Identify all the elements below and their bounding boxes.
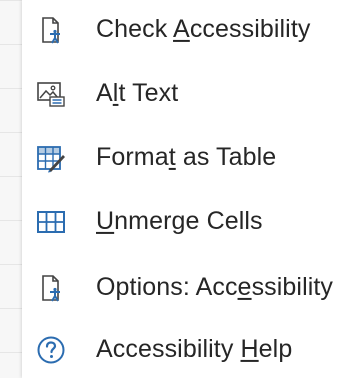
menu-item-accessibility-help[interactable]: Accessibility Help	[22, 322, 359, 378]
menu-item-format-as-table[interactable]: Format as Table	[22, 130, 359, 186]
menu-item-label: Alt Text	[96, 78, 179, 107]
help-icon	[37, 336, 65, 364]
menu-item-options-accessibility[interactable]: Options: Accessibility	[22, 260, 359, 316]
menu-item-label: Unmerge Cells	[96, 206, 263, 235]
menu-item-label: Accessibility Help	[96, 334, 293, 363]
alt-text-icon	[37, 82, 65, 107]
accessibility-options-icon	[42, 275, 60, 302]
context-menu: Check Accessibility Alt Text Format as T…	[22, 0, 359, 378]
menu-item-alt-text[interactable]: Alt Text	[22, 66, 359, 122]
menu-item-label: Options: Accessibility	[96, 272, 334, 301]
unmerge-cells-icon	[37, 211, 65, 233]
format-table-icon	[37, 146, 65, 173]
menu-item-label: Check Accessibility	[96, 14, 311, 43]
menu-item-check-accessibility[interactable]: Check Accessibility	[22, 2, 359, 58]
spreadsheet-backdrop	[0, 0, 23, 378]
menu-item-unmerge-cells[interactable]: Unmerge Cells	[22, 194, 359, 250]
accessibility-checker-icon	[42, 17, 60, 44]
menu-item-label: Format as Table	[96, 142, 277, 171]
